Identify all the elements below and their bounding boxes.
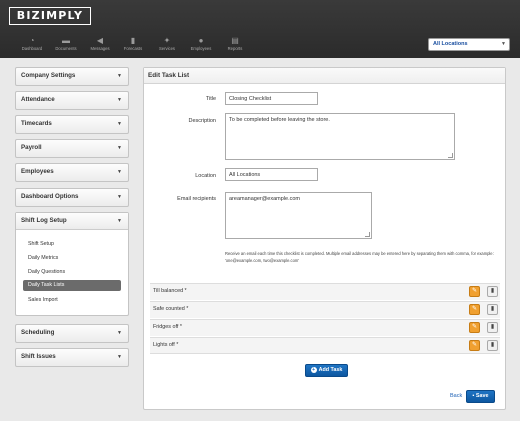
nav-label: Messages	[90, 46, 110, 51]
back-link[interactable]: Back	[450, 393, 462, 399]
email-text: areamanager@example.com	[229, 196, 301, 202]
section-label: Attendance	[21, 96, 55, 103]
nav-label: Dashboard	[21, 46, 43, 51]
save-button[interactable]: ▪ Save	[466, 390, 495, 403]
sidebar-shift-log-setup: Shift Log Setup ▼ Shift Setup Daily Metri…	[15, 212, 129, 316]
nav-label: Documents	[55, 46, 77, 51]
caret-down-icon: ▼	[117, 330, 122, 336]
section-label: Timecards	[21, 120, 52, 127]
nav-label: Services	[158, 46, 176, 51]
nav-documents[interactable]: ▬ Documents	[48, 36, 84, 56]
delete-trash-icon[interactable]: ▮	[487, 286, 498, 297]
caret-down-icon: ▼	[117, 218, 122, 224]
bizimply-logo[interactable]: BIZIMPLY	[9, 7, 91, 25]
plus-circle-icon: +	[310, 367, 317, 373]
task-name: Lights off *	[153, 342, 179, 348]
task-name: Safe counted *	[153, 306, 189, 312]
save-disk-icon: ▪	[472, 393, 475, 399]
description-text: To be completed before leaving the store…	[229, 117, 330, 123]
folder-icon: ▬	[62, 36, 70, 45]
caret-down-icon: ▼	[117, 121, 122, 127]
nav-services[interactable]: ✦ Services	[149, 36, 185, 56]
section-label: Employees	[21, 168, 54, 175]
nav-label: Employees	[190, 46, 212, 51]
megaphone-icon: ◀	[96, 36, 104, 45]
location-select-value: All Locations	[433, 41, 468, 47]
add-task-label: Add Task	[318, 367, 343, 373]
caret-down-icon: ▼	[501, 41, 506, 47]
sidebar-company-settings[interactable]: Company Settings ▼	[15, 67, 129, 86]
nav-label: Reports	[227, 46, 243, 51]
sidebar-item-sales-import[interactable]: Sales Import	[16, 293, 128, 307]
employees-icon: ●	[198, 36, 204, 45]
sidebar-timecards[interactable]: Timecards ▼	[15, 115, 129, 134]
resize-handle-icon[interactable]	[365, 232, 370, 237]
sidebar-payroll[interactable]: Payroll ▼	[15, 139, 129, 158]
reports-icon: ▤	[231, 36, 239, 45]
sidebar-scheduling[interactable]: Scheduling ▼	[15, 324, 129, 343]
caret-down-icon: ▼	[117, 194, 122, 200]
delete-trash-icon[interactable]: ▮	[487, 322, 498, 333]
nav-dashboard[interactable]: ◔ Dashboard	[14, 36, 50, 56]
save-label: Save	[475, 393, 489, 399]
resize-handle-icon[interactable]	[448, 153, 453, 158]
edit-pencil-icon[interactable]: ✎	[469, 322, 480, 333]
sidebar-dashboard-options[interactable]: Dashboard Options ▼	[15, 188, 129, 207]
edit-pencil-icon[interactable]: ✎	[469, 340, 480, 351]
sidebar-attendance[interactable]: Attendance ▼	[15, 91, 129, 110]
nav-employees[interactable]: ● Employees	[183, 36, 219, 56]
sidebar-item-shift-setup[interactable]: Shift Setup	[16, 237, 128, 251]
edit-pencil-icon[interactable]: ✎	[469, 286, 480, 297]
task-name: Fridges off *	[153, 324, 182, 330]
caret-down-icon: ▼	[117, 169, 122, 175]
nav-forecasts[interactable]: ▮ Forecasts	[115, 36, 151, 56]
task-row: Safe counted * ✎ ▮	[150, 301, 500, 318]
task-row: Fridges off * ✎ ▮	[150, 319, 500, 336]
description-label: Description	[188, 118, 216, 124]
section-label: Scheduling	[21, 329, 55, 336]
caret-down-icon: ▼	[117, 354, 122, 360]
top-navigation-bar: BIZIMPLY ◔ Dashboard ▬ Documents ◀ Messa…	[0, 0, 520, 58]
nav-label: Forecasts	[123, 46, 143, 51]
delete-trash-icon[interactable]: ▮	[487, 340, 498, 351]
sidebar-employees[interactable]: Employees ▼	[15, 163, 129, 182]
task-row: Lights off * ✎ ▮	[150, 337, 500, 354]
section-label: Company Settings	[21, 72, 76, 79]
sidebar-item-daily-metrics[interactable]: Daily Metrics	[16, 251, 128, 265]
section-label: Dashboard Options	[21, 193, 79, 200]
section-label: Payroll	[21, 144, 42, 151]
caret-down-icon: ▼	[117, 145, 122, 151]
location-input[interactable]: All Locations	[225, 168, 318, 181]
task-row: Till balanced * ✎ ▮	[150, 283, 500, 300]
title-input[interactable]: Closing Checklist	[225, 92, 318, 105]
shift-log-setup-header[interactable]: Shift Log Setup ▼	[16, 213, 128, 230]
email-recipients-label: Email recipients	[177, 196, 216, 202]
sidebar-shift-issues[interactable]: Shift Issues ▼	[15, 348, 129, 367]
location-select[interactable]: All Locations ▼	[428, 38, 510, 51]
delete-trash-icon[interactable]: ▮	[487, 304, 498, 315]
panel-title: Edit Task List	[144, 68, 505, 84]
description-textarea[interactable]: To be completed before leaving the store…	[225, 113, 455, 160]
task-name: Till balanced *	[153, 288, 187, 294]
email-recipients-textarea[interactable]: areamanager@example.com	[225, 192, 372, 239]
caret-down-icon: ▼	[117, 97, 122, 103]
add-task-button[interactable]: + Add Task	[305, 364, 348, 377]
nav-reports[interactable]: ▤ Reports	[217, 36, 253, 56]
title-label: Title	[205, 96, 216, 102]
dashboard-icon: ◔	[29, 36, 35, 45]
nav-messages[interactable]: ◀ Messages	[82, 36, 118, 56]
sidebar-item-daily-task-lists[interactable]: Daily Task Lists	[23, 280, 121, 291]
caret-down-icon: ▼	[117, 73, 122, 79]
sidebar-item-daily-questions[interactable]: Daily Questions	[16, 265, 128, 279]
bar-chart-icon: ▮	[130, 36, 136, 45]
edit-pencil-icon[interactable]: ✎	[469, 304, 480, 315]
section-label: Shift Issues	[21, 353, 56, 360]
services-icon: ✦	[163, 36, 171, 45]
section-label: Shift Log Setup	[21, 217, 67, 224]
email-help-text: Receive an email each time this checklis…	[225, 251, 494, 263]
location-label: Location	[195, 173, 216, 179]
